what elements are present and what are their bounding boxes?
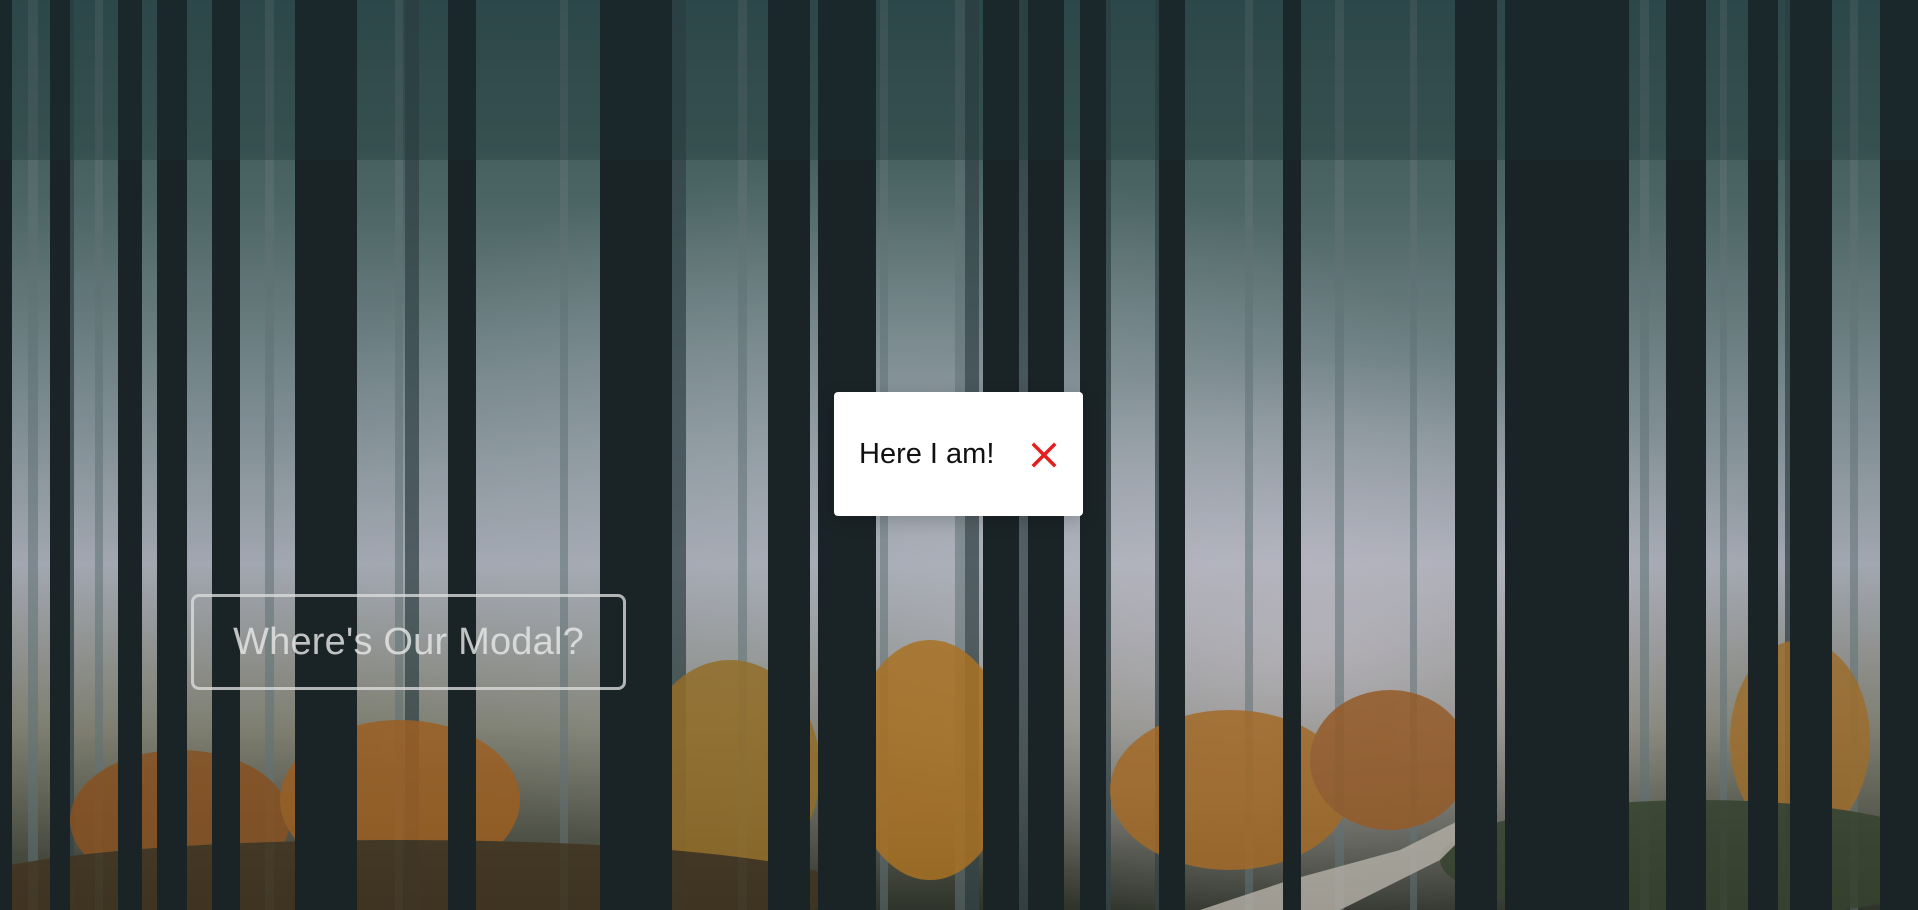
- modal-message: Here I am!: [859, 437, 995, 470]
- forest-background: Where's Our Modal? Here I am!: [0, 0, 1918, 910]
- close-icon[interactable]: [1028, 439, 1060, 471]
- modal-dialog: Here I am!: [834, 392, 1083, 516]
- open-modal-button[interactable]: Where's Our Modal?: [191, 594, 626, 690]
- close-icon-glyph: [1031, 442, 1057, 468]
